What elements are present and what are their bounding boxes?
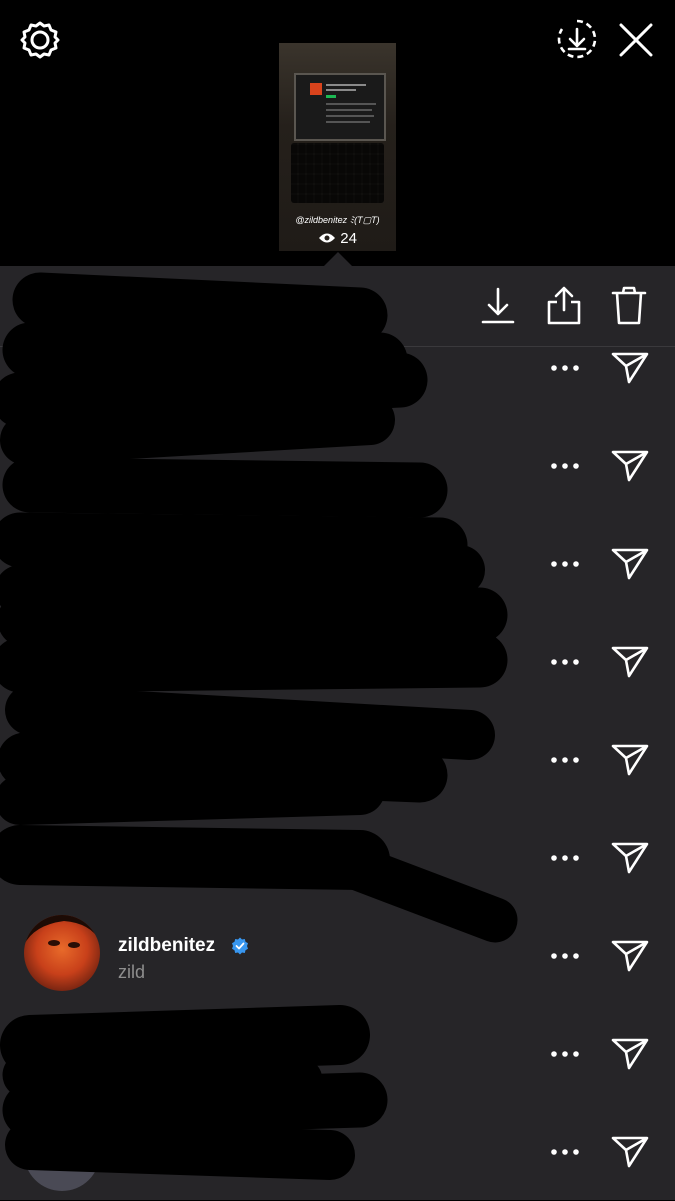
avatar[interactable] <box>24 1115 100 1191</box>
more-options-icon[interactable] <box>549 755 581 765</box>
more-options-icon[interactable] <box>549 1147 581 1157</box>
send-icon[interactable] <box>610 839 650 875</box>
send-icon[interactable] <box>610 447 650 483</box>
story-header: @zildbenitez ﾐ(T▢T) 24 <box>0 0 675 268</box>
more-options-icon[interactable] <box>549 1049 581 1059</box>
viewer-row[interactable] <box>0 711 675 809</box>
viewer-row[interactable] <box>0 417 675 515</box>
viewer-row[interactable] <box>0 319 675 417</box>
laptop-keyboard-image <box>291 143 384 203</box>
eye-icon <box>319 233 336 243</box>
viewer-row[interactable] <box>0 515 675 613</box>
viewer-full-name: zild <box>118 962 146 982</box>
more-options-icon[interactable] <box>549 853 581 863</box>
send-icon[interactable] <box>610 643 650 679</box>
story-mention-tag: @zildbenitez ﾐ(T▢T) <box>279 213 396 226</box>
send-icon[interactable] <box>610 545 650 581</box>
viewer-row[interactable] <box>0 613 675 711</box>
avatar[interactable] <box>24 915 100 991</box>
send-icon[interactable] <box>610 1133 650 1169</box>
send-icon[interactable] <box>610 349 650 385</box>
more-options-icon[interactable] <box>549 951 581 961</box>
send-icon[interactable] <box>610 937 650 973</box>
more-options-icon[interactable] <box>549 657 581 667</box>
viewers-sheet: zildbenitez zild <box>0 266 675 1200</box>
viewer-username[interactable]: zildbenitez <box>118 935 215 957</box>
more-options-icon[interactable] <box>549 461 581 471</box>
view-count-number: 24 <box>340 230 357 247</box>
laptop-screen-image <box>294 73 386 141</box>
mention-emoticon: ﾐ(T▢T) <box>349 215 380 225</box>
gear-icon[interactable] <box>20 20 60 60</box>
view-count: 24 <box>279 230 396 247</box>
download-circle-icon[interactable] <box>556 18 598 60</box>
more-options-icon[interactable] <box>549 363 581 373</box>
story-thumbnail[interactable]: @zildbenitez ﾐ(T▢T) 24 <box>279 43 396 251</box>
verified-badge-icon <box>232 937 248 955</box>
send-icon[interactable] <box>610 741 650 777</box>
viewer-row[interactable] <box>0 809 675 907</box>
viewer-row[interactable] <box>0 1005 675 1103</box>
avatar-face-image <box>24 915 100 948</box>
viewer-row-zildbenitez[interactable]: zildbenitez zild <box>0 907 675 1005</box>
mention-username: @zildbenitez <box>295 215 348 225</box>
close-icon[interactable] <box>618 22 654 58</box>
avatar[interactable] <box>24 1015 100 1091</box>
viewer-row[interactable] <box>0 1103 675 1201</box>
more-options-icon[interactable] <box>549 559 581 569</box>
send-icon[interactable] <box>610 1035 650 1071</box>
